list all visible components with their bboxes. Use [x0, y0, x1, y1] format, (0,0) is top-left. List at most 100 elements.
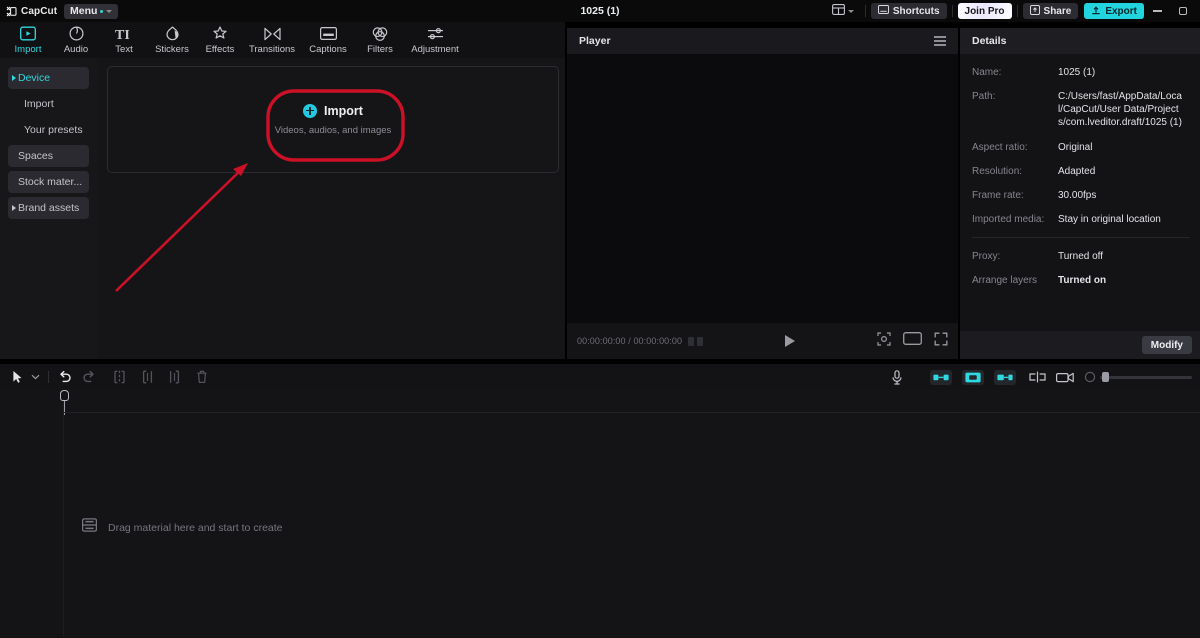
redo-icon[interactable] [82, 364, 97, 390]
tab-effects[interactable]: Effects [196, 22, 244, 55]
sidebar-item-spaces[interactable]: Spaces [8, 145, 89, 167]
tab-filters[interactable]: Filters [356, 22, 404, 55]
import-dropzone[interactable]: Import Videos, audios, and images [107, 66, 559, 173]
tab-captions[interactable]: Captions [300, 22, 356, 55]
timeline-track-gutter [0, 390, 64, 638]
chevron-down-icon [106, 9, 113, 13]
crop-marker-icon[interactable] [877, 331, 891, 351]
playhead-handle[interactable] [60, 390, 69, 401]
undo-icon[interactable] [57, 364, 72, 390]
audio-note-icon [68, 25, 84, 42]
sidebar-item-device[interactable]: Device [8, 67, 89, 89]
effects-sparkle-icon [212, 25, 228, 42]
sidebar-item-import[interactable]: Import [8, 93, 89, 115]
trim-right-icon[interactable] [169, 364, 180, 390]
details-title: Details [972, 35, 1007, 47]
titlebar-actions: Shortcuts Join Pro Share Export [826, 0, 1200, 22]
details-row-arrange-layers: Arrange layers Turned on [972, 274, 1200, 287]
tab-audio[interactable]: Audio [52, 22, 100, 55]
divider [951, 5, 953, 17]
details-row-imported-media: Imported media: Stay in original locatio… [972, 213, 1200, 226]
svg-text:TI: TI [115, 28, 130, 41]
sidebar-item-brand-assets[interactable]: Brand assets [8, 197, 89, 219]
cursor-select-icon[interactable] [12, 364, 25, 390]
aspect-ratio-icon[interactable] [903, 332, 922, 350]
timecode-step-icons[interactable] [688, 336, 704, 346]
details-key: Arrange layers [972, 274, 1038, 286]
play-icon[interactable] [785, 335, 796, 347]
shortcuts-label: Shortcuts [892, 5, 940, 17]
details-key: Aspect ratio: [972, 141, 1028, 153]
auto-fill-toggle[interactable] [994, 369, 1016, 385]
player-timecode: 00:00:00:00 / 00:00:00:00 [577, 336, 683, 346]
transitions-icon [263, 25, 281, 42]
timeline-zoom-slider[interactable] [1100, 372, 1192, 382]
fullscreen-icon[interactable] [934, 332, 948, 351]
mirror-icon[interactable] [1029, 364, 1046, 390]
tab-stickers[interactable]: Stickers [148, 22, 196, 55]
tab-label: Transitions [248, 44, 296, 55]
auto-velocity-toggle[interactable] [930, 369, 952, 385]
modify-button[interactable]: Modify [1141, 336, 1192, 354]
sidebar-item-label: Stock mater... [18, 176, 83, 188]
details-body: Name: 1025 (1) Path: C:/Users/fast/AppDa… [960, 54, 1200, 287]
chevron-down-icon [847, 9, 854, 13]
export-label: Export [1105, 5, 1137, 17]
media-panel: Import Videos, audios, and images [97, 58, 565, 359]
timeline-ruler[interactable]: 0 [60, 390, 1200, 415]
plus-circle-icon [303, 103, 318, 118]
timeline-toolbar [0, 364, 1200, 390]
import-action-row: Import [303, 103, 363, 118]
export-button[interactable]: Export [1084, 3, 1144, 19]
tab-transitions[interactable]: Transitions [244, 22, 300, 55]
details-value: Adapted [1058, 165, 1096, 177]
title-bar: CapCut Menu 1025 (1) Shortcuts Join Pro … [0, 0, 1200, 22]
split-icon[interactable] [113, 364, 126, 390]
details-row-proxy: Proxy: Turned off [972, 250, 1200, 263]
preview-toggle-icon[interactable] [1056, 364, 1074, 390]
share-button[interactable]: Share [1022, 3, 1079, 19]
app-name: CapCut [21, 5, 58, 17]
details-key: Resolution: [972, 165, 1023, 177]
details-key: Imported media: [972, 213, 1045, 225]
tab-adjustment[interactable]: Adjustment [404, 22, 466, 55]
adsorption-magnet-toggle[interactable] [962, 369, 984, 385]
zoom-slider-track[interactable] [1100, 372, 1192, 382]
media-track-icon [81, 518, 98, 537]
minimize-button[interactable] [1144, 0, 1170, 22]
zoom-slider-knob[interactable] [1102, 372, 1109, 382]
hamburger-menu-icon[interactable] [934, 36, 946, 46]
delete-icon[interactable] [196, 364, 208, 390]
import-title: Import [324, 103, 363, 118]
shortcuts-button[interactable]: Shortcuts [870, 3, 947, 19]
sidebar-item-label: Spaces [18, 150, 54, 162]
import-subtitle: Videos, audios, and images [274, 124, 392, 136]
details-row-path: Path: C:/Users/fast/AppData/Local/CapCut… [972, 90, 1200, 130]
maximize-icon [1179, 7, 1187, 15]
maximize-button[interactable] [1170, 0, 1196, 22]
divider [1016, 5, 1018, 17]
sidebar-item-stock-materials[interactable]: Stock mater... [8, 171, 89, 193]
trim-left-icon[interactable] [142, 364, 153, 390]
keyboard-icon [877, 5, 889, 17]
chevron-down-icon[interactable] [31, 364, 40, 390]
left-sidebar: Device Import Your presets Spaces Stock … [0, 58, 97, 359]
details-value: Turned off [1058, 250, 1104, 262]
join-pro-button[interactable]: Join Pro [957, 3, 1012, 19]
adjustment-sliders-icon [427, 25, 444, 42]
tab-text[interactable]: TI Text [100, 22, 148, 56]
export-upload-icon [1091, 5, 1101, 18]
timeline-panel[interactable]: 0 Drag material here and start to create [0, 390, 1200, 638]
tab-import[interactable]: Import [4, 22, 52, 55]
zoom-fit-icon[interactable] [1084, 364, 1096, 390]
empty-state-label: Drag material here and start to create [108, 521, 283, 534]
layout-switch-button[interactable] [826, 2, 860, 20]
player-header: Player [567, 28, 958, 54]
tab-label: Import [14, 44, 42, 55]
sidebar-item-your-presets[interactable]: Your presets [8, 119, 89, 141]
details-key: Name: [972, 67, 1002, 78]
tab-label: Filters [367, 44, 393, 55]
microphone-record-icon[interactable] [891, 364, 903, 390]
menu-button[interactable]: Menu [64, 3, 119, 19]
share-icon [1029, 4, 1040, 18]
